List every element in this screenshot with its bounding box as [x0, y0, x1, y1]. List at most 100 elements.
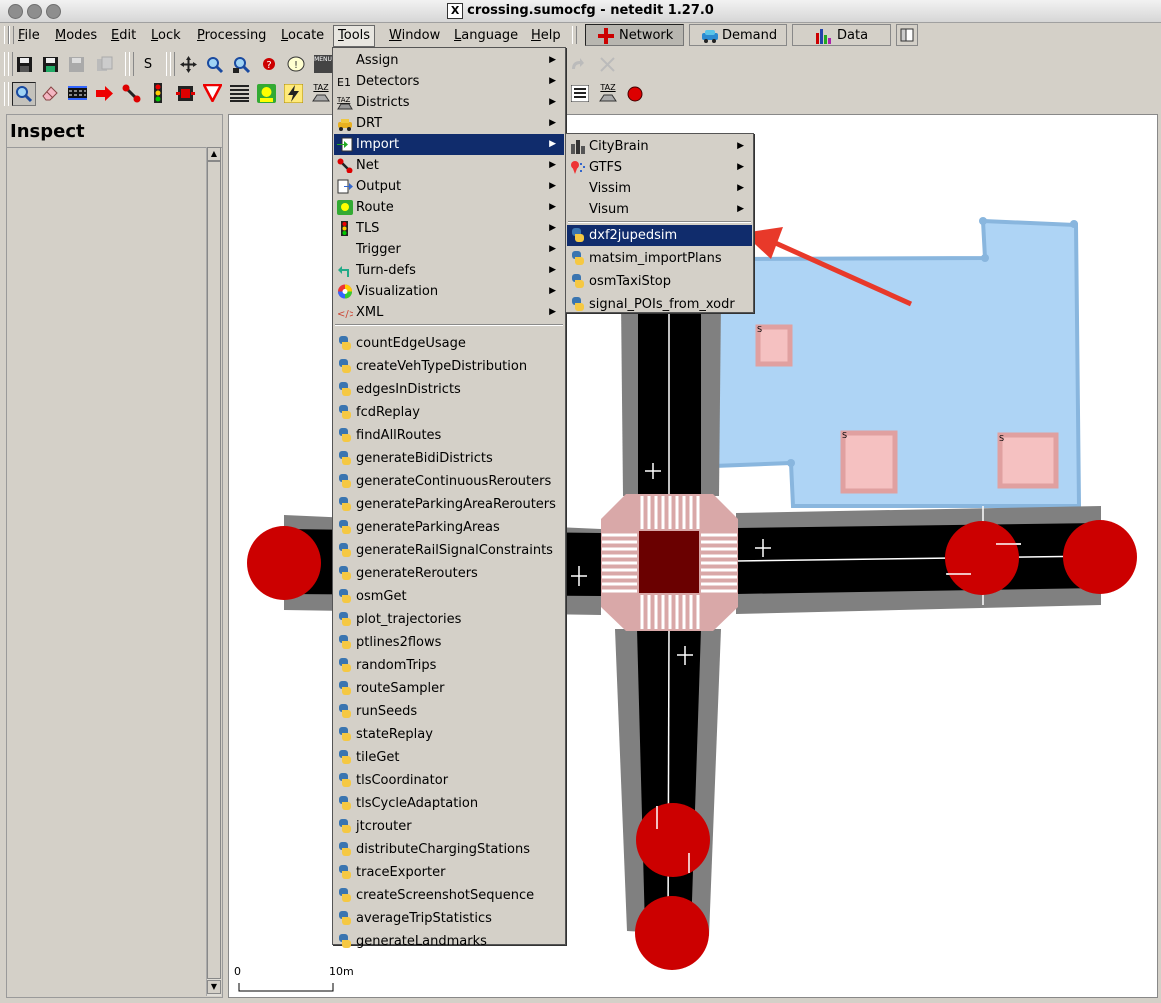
script-item-edgesindistricts[interactable]: edgesInDistricts	[334, 379, 564, 400]
script-item-generatecontinuousrerouters[interactable]: generateContinuousRerouters	[334, 471, 564, 492]
script-item-generatererouters[interactable]: generateRerouters	[334, 563, 564, 584]
network-supermode-button[interactable]: Network	[585, 24, 684, 46]
menu-item-drt[interactable]: DRT ▶	[334, 113, 564, 134]
parking-area[interactable]	[755, 324, 793, 367]
connection-mode-button[interactable]	[174, 82, 198, 106]
junction-center[interactable]	[639, 531, 699, 593]
polygon-vertex[interactable]	[981, 254, 989, 262]
script-item-jtcrouter[interactable]: jtcrouter	[334, 816, 564, 837]
menu-lock[interactable]: Lock	[147, 26, 185, 46]
menu-item-tls[interactable]: TLS ▶	[334, 218, 564, 239]
select-mode-button[interactable]	[66, 82, 90, 106]
menu-tools[interactable]: Tools	[333, 25, 376, 47]
script-item-ptlines2flows[interactable]: ptlines2flows	[334, 632, 564, 653]
polygon-vertex[interactable]	[1070, 220, 1078, 228]
stop-mode-button[interactable]	[623, 82, 647, 106]
stop-marker[interactable]	[945, 521, 1019, 595]
stop-marker[interactable]	[247, 526, 321, 600]
script-item-tlscoordinator[interactable]: tlsCoordinator	[334, 770, 564, 791]
script-item-signal-pois-from-xodr[interactable]: signal_POIs_from_xodr	[567, 294, 752, 315]
parking-area[interactable]	[840, 430, 898, 494]
script-item-randomtrips[interactable]: randomTrips	[334, 655, 564, 676]
additional-mode-button[interactable]	[255, 82, 279, 106]
menu-window[interactable]: Window	[385, 26, 444, 46]
script-item-generaterailsignalconstraints[interactable]: generateRailSignalConstraints	[334, 540, 564, 561]
menu-item-output[interactable]: Output ▶	[334, 176, 564, 197]
menu-item-xml[interactable]: </> XML ▶	[334, 302, 564, 323]
script-item-dxf2jupedsim[interactable]: dxf2jupedsim	[567, 225, 752, 246]
menu-file[interactable]: File	[14, 26, 44, 46]
crossing-mode-button[interactable]	[228, 82, 252, 106]
taz-mode-button[interactable]: TAZ	[309, 82, 333, 106]
script-item-createscreenshotsequence[interactable]: createScreenshotSequence	[334, 885, 564, 906]
menu-modes[interactable]: Modes	[51, 26, 101, 46]
menu-edit[interactable]: Edit	[107, 26, 140, 46]
save-all-button[interactable]	[13, 53, 37, 77]
menu-item-vissim[interactable]: Vissim ▶	[567, 178, 752, 199]
menu-locate[interactable]: Locate	[277, 26, 328, 46]
script-item-averagetripstatistics[interactable]: averageTripStatistics	[334, 908, 564, 929]
parking-area[interactable]	[997, 432, 1059, 489]
menu-help[interactable]: Help	[527, 26, 565, 46]
menu-item-citybrain[interactable]: CityBrain ▶	[567, 136, 752, 157]
script-item-osmget[interactable]: osmGet	[334, 586, 564, 607]
move-mode-button[interactable]	[93, 82, 117, 106]
script-item-matsim-importplans[interactable]: matsim_importPlans	[567, 248, 752, 269]
script-item-fcdreplay[interactable]: fcdReplay	[334, 402, 564, 423]
menu-item-trigger[interactable]: Trigger ▶	[334, 239, 564, 260]
crossing-east[interactable]	[701, 533, 737, 593]
wire-mode-button[interactable]	[282, 82, 306, 106]
menu-item-assign[interactable]: Assign ▶	[334, 50, 564, 71]
script-item-plot-trajectories[interactable]: plot_trajectories	[334, 609, 564, 630]
traffic-light-mode-button[interactable]	[147, 82, 171, 106]
zoom-button[interactable]	[203, 53, 227, 77]
script-item-tileget[interactable]: tileGet	[334, 747, 564, 768]
script-item-createvehtypedistribution[interactable]: createVehTypeDistribution	[334, 356, 564, 377]
crossing-west[interactable]	[602, 533, 637, 593]
demand-supermode-button[interactable]: Demand	[689, 24, 787, 46]
script-item-tlscycleadaptation[interactable]: tlsCycleAdaptation	[334, 793, 564, 814]
locate-button[interactable]	[230, 53, 254, 77]
script-item-generateparkingarearerouters[interactable]: generateParkingAreaRerouters	[334, 494, 564, 515]
help-query-button[interactable]: ?	[257, 53, 281, 77]
delete-mode-button[interactable]	[39, 82, 63, 106]
crossing-north[interactable]	[640, 496, 700, 529]
menu-item-net[interactable]: Net ▶	[334, 155, 564, 176]
stop-marker[interactable]	[1063, 520, 1137, 594]
disabled-tool-button[interactable]	[596, 53, 620, 77]
recenter-button[interactable]	[177, 53, 201, 77]
script-item-traceexporter[interactable]: traceExporter	[334, 862, 564, 883]
reload-button[interactable]	[93, 53, 117, 77]
script-item-findallroutes[interactable]: findAllRoutes	[334, 425, 564, 446]
script-item-routesampler[interactable]: routeSampler	[334, 678, 564, 699]
menu-item-visum[interactable]: Visum ▶	[567, 199, 752, 220]
list-mode-button[interactable]	[568, 82, 592, 106]
inspect-scrollbar[interactable]: ▲ ▼	[206, 147, 221, 996]
tooltip-button[interactable]: !	[284, 53, 308, 77]
polygon-vertex[interactable]	[787, 459, 795, 467]
menu-item-districts[interactable]: TAZ Districts ▶	[334, 92, 564, 113]
script-item-statereplay[interactable]: stateReplay	[334, 724, 564, 745]
script-item-countedgeusage[interactable]: countEdgeUsage	[334, 333, 564, 354]
script-item-generateparkingareas[interactable]: generateParkingAreas	[334, 517, 564, 538]
data-supermode-button[interactable]: Data	[792, 24, 891, 46]
menu-item-route[interactable]: Route ▶	[334, 197, 564, 218]
menu-item-visualization[interactable]: Visualization ▶	[334, 281, 564, 302]
script-item-osmtaxistop[interactable]: osmTaxiStop	[567, 271, 752, 292]
menu-item-import[interactable]: Import ▶	[334, 134, 564, 155]
inspect-mode-button[interactable]	[12, 82, 36, 106]
menu-item-turn-defs[interactable]: Turn-defs ▶	[334, 260, 564, 281]
sumo-button[interactable]: S	[136, 53, 160, 77]
menu-language[interactable]: Language	[450, 26, 522, 46]
create-edge-button[interactable]	[120, 82, 144, 106]
stop-marker[interactable]	[635, 896, 709, 970]
save-disabled-button[interactable]	[65, 53, 89, 77]
scroll-down-button[interactable]: ▼	[207, 980, 221, 994]
script-item-distributechargingstations[interactable]: distributeChargingStations	[334, 839, 564, 860]
stop-marker[interactable]	[636, 803, 710, 877]
scroll-thumb[interactable]	[207, 161, 221, 979]
scroll-up-button[interactable]: ▲	[207, 147, 221, 161]
prohibition-mode-button[interactable]	[201, 82, 225, 106]
redo-button[interactable]	[566, 53, 590, 77]
menu-item-detectors[interactable]: E1 Detectors ▶	[334, 71, 564, 92]
